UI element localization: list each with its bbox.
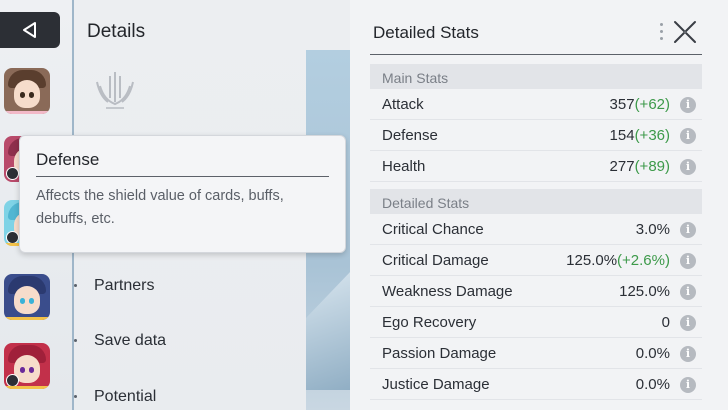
- info-icon[interactable]: i: [680, 346, 696, 362]
- stat-row-defense: Defense 154(+36) i: [370, 120, 702, 151]
- section-header-detailed-stats: Detailed Stats: [370, 189, 702, 214]
- stat-bonus: (+2.6%): [617, 252, 670, 269]
- stat-row-weakness-damage: Weakness Damage 125.0% i: [370, 276, 702, 307]
- stat-value: 0: [661, 314, 670, 331]
- menu-item-label: Partners: [94, 277, 155, 294]
- stat-label: Health: [382, 158, 426, 175]
- bullet-dot: [74, 339, 77, 342]
- menu-item-label: Potential: [94, 388, 157, 405]
- stat-label: Attack: [382, 96, 424, 113]
- drag-handle-icon: [660, 23, 663, 41]
- stat-row-attack: Attack 357(+62) i: [370, 89, 702, 120]
- stat-row-passion-damage: Passion Damage 0.0% i: [370, 338, 702, 369]
- stat-label: Justice Damage: [382, 376, 490, 393]
- divider: [36, 176, 329, 177]
- stat-tooltip: Defense Affects the shield value of card…: [19, 135, 346, 253]
- divider: [370, 54, 702, 55]
- stat-value: 0.0%: [635, 345, 670, 362]
- back-triangle-icon: [23, 22, 36, 38]
- detailed-stats-panel: Detailed Stats Main Stats Attack 357(+62…: [350, 0, 728, 410]
- faction-emblem-icon: [96, 72, 134, 109]
- stat-label: Weakness Damage: [382, 283, 513, 300]
- stat-value: 125.0%: [619, 283, 670, 300]
- stat-row-health: Health 277(+89) i: [370, 151, 702, 182]
- info-icon[interactable]: i: [680, 97, 696, 113]
- stat-value: 154(+36): [609, 127, 670, 144]
- info-icon[interactable]: i: [680, 159, 696, 175]
- stat-value: 277(+89): [609, 158, 670, 175]
- stat-value: 125.0%(+2.6%): [566, 252, 670, 269]
- stat-label: Critical Damage: [382, 252, 489, 269]
- details-title: Details: [87, 21, 146, 42]
- info-icon[interactable]: i: [680, 377, 696, 393]
- stat-bonus: (+89): [634, 158, 670, 175]
- stat-label: Ego Recovery: [382, 314, 477, 331]
- stat-value: 0.0%: [635, 376, 670, 393]
- info-icon[interactable]: i: [680, 284, 696, 300]
- bullet-dot: [74, 284, 77, 287]
- character-portrait-5[interactable]: [4, 343, 50, 389]
- section-header-main-stats: Main Stats: [370, 64, 702, 89]
- stat-row-critical-chance: Critical Chance 3.0% i: [370, 214, 702, 245]
- menu-item-partners[interactable]: Partners: [74, 277, 155, 295]
- character-portrait-4[interactable]: [4, 274, 50, 320]
- stats-title: Detailed Stats: [373, 23, 479, 42]
- back-button[interactable]: [0, 12, 60, 48]
- stat-value: 3.0%: [635, 221, 670, 238]
- bullet-dot: [74, 395, 77, 398]
- menu-item-save-data[interactable]: Save data: [74, 332, 167, 350]
- stat-label: Passion Damage: [382, 345, 497, 362]
- stat-label: Critical Chance: [382, 221, 484, 238]
- info-icon[interactable]: i: [680, 222, 696, 238]
- menu-item-label: Save data: [94, 332, 167, 349]
- info-icon[interactable]: i: [680, 128, 696, 144]
- stat-row-critical-damage: Critical Damage 125.0%(+2.6%) i: [370, 245, 702, 276]
- info-icon[interactable]: i: [680, 253, 696, 269]
- stat-label: Defense: [382, 127, 438, 144]
- info-icon[interactable]: i: [680, 315, 696, 331]
- stat-row-ego-recovery: Ego Recovery 0 i: [370, 307, 702, 338]
- stat-bonus: (+62): [634, 96, 670, 113]
- tooltip-body: Affects the shield value of cards, buffs…: [36, 188, 284, 227]
- stat-row-justice-damage: Justice Damage 0.0% i: [370, 369, 702, 400]
- stat-value: 357(+62): [609, 96, 670, 113]
- tooltip-title: Defense: [36, 150, 100, 169]
- menu-item-potential[interactable]: Potential: [74, 388, 157, 406]
- character-portrait-1[interactable]: [4, 68, 50, 114]
- lock-badge-icon: [6, 167, 19, 180]
- stat-bonus: (+36): [634, 127, 670, 144]
- close-icon[interactable]: [672, 19, 698, 45]
